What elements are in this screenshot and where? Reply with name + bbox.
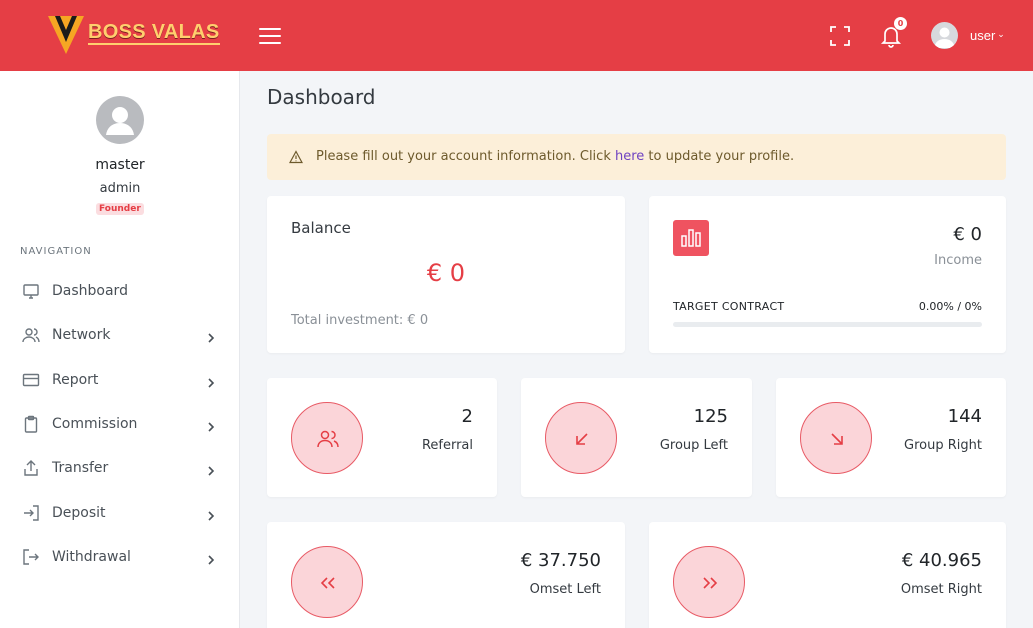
users-icon (22, 326, 40, 344)
omset-right-label: Omset Right (900, 582, 982, 597)
sidebar-item-deposit[interactable]: Deposit (0, 495, 240, 531)
group-right-icon-circle (800, 402, 872, 474)
group-right-card: 144 Group Right (776, 378, 1006, 497)
chevron-right-icon (206, 329, 216, 343)
sidebar-item-label: Deposit (52, 505, 106, 521)
sidebar-item-label: Report (52, 372, 99, 388)
referral-icon-circle (291, 402, 363, 474)
logo-v-icon (46, 14, 86, 56)
page-title: Dashboard (267, 85, 376, 109)
update-profile-link[interactable]: here (615, 149, 644, 164)
group-left-icon-circle (545, 402, 617, 474)
referral-label: Referral (421, 438, 473, 453)
warning-icon (288, 150, 304, 164)
sidebar-item-dashboard[interactable]: Dashboard (0, 273, 240, 309)
income-label: Income (934, 253, 982, 268)
user-menu[interactable]: user ⌄ (931, 22, 1005, 49)
sidebar-item-label: Transfer (52, 460, 109, 476)
chevron-down-icon: ⌄ (997, 29, 1005, 40)
sidebar-item-network[interactable]: Network (0, 317, 240, 353)
income-value: € 0 (953, 224, 982, 245)
monitor-icon (22, 282, 40, 300)
group-right-label: Group Right (904, 438, 982, 453)
profile-role: admin (99, 181, 141, 196)
notification-count-badge: 0 (894, 17, 907, 30)
omset-left-card: € 37.750 Omset Left (267, 522, 625, 628)
share-icon (22, 459, 40, 477)
alert-text-before: Please fill out your account information… (316, 149, 615, 164)
hamburger-icon[interactable] (259, 28, 281, 44)
target-contract-value: 0.00% / 0% (918, 300, 982, 313)
brand-logo[interactable]: BOSS VALAS (46, 14, 220, 56)
omset-left-value: € 37.750 (520, 550, 601, 571)
chevron-right-icon (206, 551, 216, 565)
user-name: user (970, 28, 996, 43)
fullscreen-icon[interactable] (829, 25, 851, 47)
role-badge: Founder (96, 203, 144, 215)
omset-right-value: € 40.965 (901, 550, 982, 571)
omset-right-icon-circle (673, 546, 745, 618)
profile-avatar (96, 96, 144, 144)
balance-value: € 0 (426, 259, 466, 287)
sidebar-item-label: Dashboard (52, 283, 128, 299)
balance-title: Balance (291, 219, 351, 237)
alert-message: Please fill out your account information… (316, 149, 794, 164)
balance-card: Balance € 0 Total investment: € 0 (267, 196, 625, 353)
referral-value: 2 (461, 406, 473, 427)
credit-card-icon (22, 371, 40, 389)
sidebar-item-commission[interactable]: Commission (0, 406, 240, 442)
group-right-value: 144 (947, 406, 982, 427)
sidebar-item-label: Withdrawal (52, 549, 131, 565)
income-card: € 0 Income TARGET CONTRACT 0.00% / 0% (649, 196, 1006, 353)
total-investment: Total investment: € 0 (291, 313, 429, 328)
nav-heading: NAVIGATION (20, 246, 92, 257)
sidebar-item-label: Network (52, 327, 111, 343)
log-out-icon (22, 548, 40, 566)
sidebar-item-report[interactable]: Report (0, 362, 240, 398)
sidebar-item-transfer[interactable]: Transfer (0, 450, 240, 486)
alert-text-after: to update your profile. (644, 149, 795, 164)
profile-name: master (95, 157, 145, 173)
omset-right-card: € 40.965 Omset Right (649, 522, 1006, 628)
sidebar: master admin Founder NAVIGATION Dashboar… (0, 71, 240, 628)
brand-name: BOSS VALAS (88, 21, 220, 45)
chevron-right-icon (206, 418, 216, 432)
target-progress-bar (673, 322, 982, 327)
group-left-card: 125 Group Left (521, 378, 752, 497)
log-in-icon (22, 504, 40, 522)
target-contract-label: TARGET CONTRACT (673, 300, 785, 313)
profile-alert: Please fill out your account information… (267, 134, 1006, 180)
chevron-right-icon (206, 507, 216, 521)
chevron-right-icon (206, 462, 216, 476)
referral-card: 2 Referral (267, 378, 497, 497)
sidebar-item-label: Commission (52, 416, 138, 432)
omset-left-icon-circle (291, 546, 363, 618)
top-bar: BOSS VALAS 0 user ⌄ (0, 0, 1033, 71)
avatar (931, 22, 958, 49)
group-left-value: 125 (693, 406, 728, 427)
sidebar-item-withdrawal[interactable]: Withdrawal (0, 539, 240, 575)
omset-left-label: Omset Left (529, 582, 601, 597)
chevron-right-icon (206, 374, 216, 388)
clipboard-icon (22, 415, 40, 433)
bar-chart-icon (673, 220, 709, 256)
group-left-label: Group Left (659, 438, 728, 453)
